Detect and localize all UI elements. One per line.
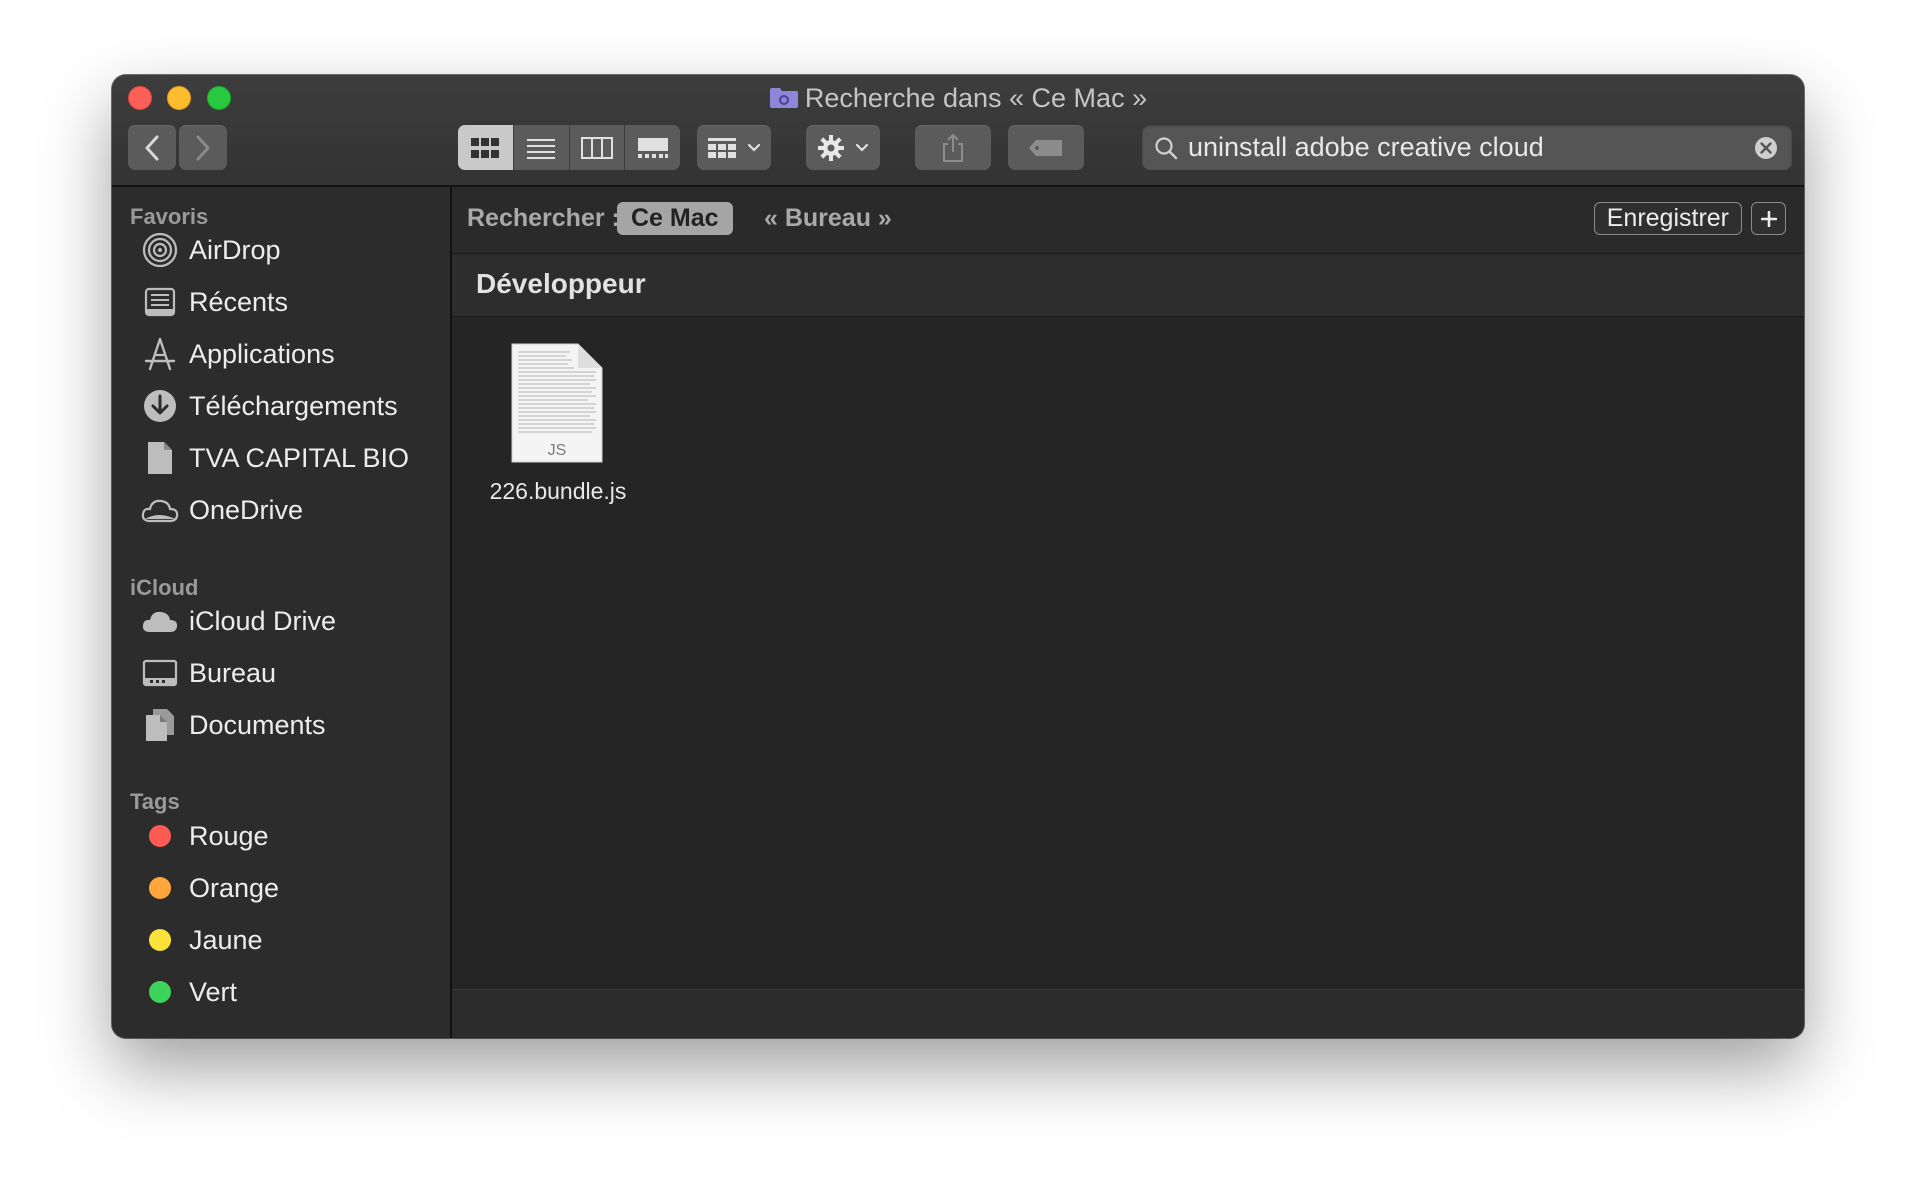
sidebar-item-documents[interactable]: Documents — [140, 705, 440, 745]
list-view-icon — [527, 138, 556, 159]
sidebar-item-tva-capital-bio[interactable]: TVA CAPITAL BIO — [140, 438, 440, 478]
documents-icon — [146, 709, 174, 741]
sidebar-item-recents[interactable]: Récents — [140, 282, 440, 322]
sidebar-item-applications[interactable]: Applications — [140, 334, 440, 374]
group-by-button[interactable] — [697, 125, 771, 170]
sidebar-item-label: Applications — [189, 338, 335, 369]
forward-button[interactable] — [179, 125, 227, 170]
sidebar-item-label: Téléchargements — [189, 390, 398, 421]
sidebar-item-label: Jaune — [189, 924, 263, 955]
tag-icon — [1029, 139, 1062, 156]
action-menu-button[interactable] — [806, 125, 880, 170]
search-input[interactable] — [1188, 125, 1728, 170]
view-mode-control — [458, 125, 680, 170]
sidebar-item-icloud-drive[interactable]: iCloud Drive — [140, 601, 440, 641]
icon-view-icon — [471, 137, 500, 158]
gallery-view-icon — [637, 137, 668, 158]
chevron-right-icon — [196, 135, 210, 160]
sidebar-item-tag-orange[interactable]: Orange — [140, 868, 440, 908]
cloud-icon — [141, 499, 179, 523]
sidebar-section-favorites: Favoris — [130, 204, 209, 229]
tag-dot-red — [149, 825, 171, 847]
scope-this-mac[interactable]: Ce Mac — [617, 202, 733, 235]
sidebar-item-label: AirDrop — [189, 234, 281, 265]
scope-bureau[interactable]: « Bureau » — [764, 204, 892, 233]
window-title: Recherche dans « Ce Mac » — [112, 81, 1804, 115]
sidebar-item-airdrop[interactable]: AirDrop — [140, 230, 440, 270]
downloads-icon — [144, 390, 176, 422]
back-button[interactable] — [128, 125, 176, 170]
sidebar-item-tag-vert[interactable]: Vert — [140, 972, 440, 1012]
icloud-icon — [142, 611, 178, 632]
sidebar-section-icloud: iCloud — [130, 575, 199, 600]
finder-window: Recherche dans « Ce Mac » uninstall adob… — [112, 75, 1804, 1038]
airdrop-icon — [142, 232, 178, 268]
plus-icon — [1760, 210, 1777, 227]
group-title: Développeur — [476, 268, 646, 299]
sidebar-section-tags: Tags — [130, 789, 180, 814]
scope-label: Rechercher : — [467, 204, 620, 232]
sidebar-item-tag-jaune[interactable]: Jaune — [140, 920, 440, 960]
gear-icon — [818, 134, 844, 161]
search-icon — [1155, 137, 1178, 160]
tag-dot-orange — [149, 877, 171, 899]
sidebar-item-label: OneDrive — [189, 494, 304, 525]
save-search-button[interactable]: Enregistrer — [1593, 202, 1742, 235]
tag-dot-green — [149, 981, 171, 1003]
file-name: 226.bundle.js — [489, 478, 627, 504]
chevron-down-icon — [747, 143, 761, 152]
sidebar-item-label: Orange — [189, 872, 280, 903]
desktop-icon — [142, 659, 178, 687]
recents-icon — [144, 287, 176, 317]
window-title-text: Recherche dans « Ce Mac » — [804, 83, 1148, 113]
sidebar: Favoris AirDrop Récents Applications Tél… — [112, 187, 452, 1038]
tag-dot-yellow — [149, 929, 171, 951]
clear-search-icon[interactable] — [1754, 136, 1778, 160]
share-icon — [943, 133, 963, 162]
sidebar-item-label: iCloud Drive — [189, 605, 337, 636]
column-view-icon — [580, 136, 613, 159]
sidebar-item-label: Vert — [189, 976, 238, 1007]
sidebar-item-label: Rouge — [189, 820, 269, 851]
gallery-view-button[interactable] — [625, 125, 680, 170]
column-view-button[interactable] — [570, 125, 626, 170]
sidebar-item-label: TVA CAPITAL BIO — [189, 442, 410, 473]
toolbar: Recherche dans « Ce Mac » — [112, 75, 1804, 187]
search-scope-bar: Rechercher : Ce Mac « Bureau » Enregistr… — [452, 187, 1804, 254]
sidebar-item-tag-rouge[interactable]: Rouge — [140, 816, 440, 856]
sidebar-item-label: Documents — [189, 709, 326, 740]
list-view-button[interactable] — [514, 125, 570, 170]
applications-icon — [144, 337, 176, 371]
document-icon — [148, 442, 172, 474]
sidebar-item-bureau[interactable]: Bureau — [140, 653, 440, 693]
share-button[interactable] — [915, 125, 991, 170]
group-grid-icon — [708, 137, 736, 158]
sidebar-item-label: Bureau — [189, 657, 277, 688]
sidebar-item-label: Récents — [189, 286, 289, 317]
group-header: Développeur — [452, 254, 1804, 317]
tag-button[interactable] — [1008, 125, 1084, 170]
status-bar — [452, 989, 1804, 1038]
add-criteria-button[interactable] — [1751, 202, 1786, 235]
file-type-badge: JS — [548, 442, 567, 459]
search-field[interactable] — [1142, 125, 1792, 170]
chevron-down-icon — [855, 143, 869, 152]
javascript-file-icon: JS — [511, 343, 603, 463]
chevron-left-icon — [145, 135, 159, 160]
icon-view-button[interactable] — [458, 125, 514, 170]
file-item[interactable]: JS 226.bundle.js — [478, 342, 638, 512]
smart-folder-icon — [769, 88, 798, 108]
sidebar-item-downloads[interactable]: Téléchargements — [140, 386, 440, 426]
results-pane: Rechercher : Ce Mac « Bureau » Enregistr… — [452, 187, 1804, 1038]
sidebar-item-onedrive[interactable]: OneDrive — [140, 490, 440, 530]
